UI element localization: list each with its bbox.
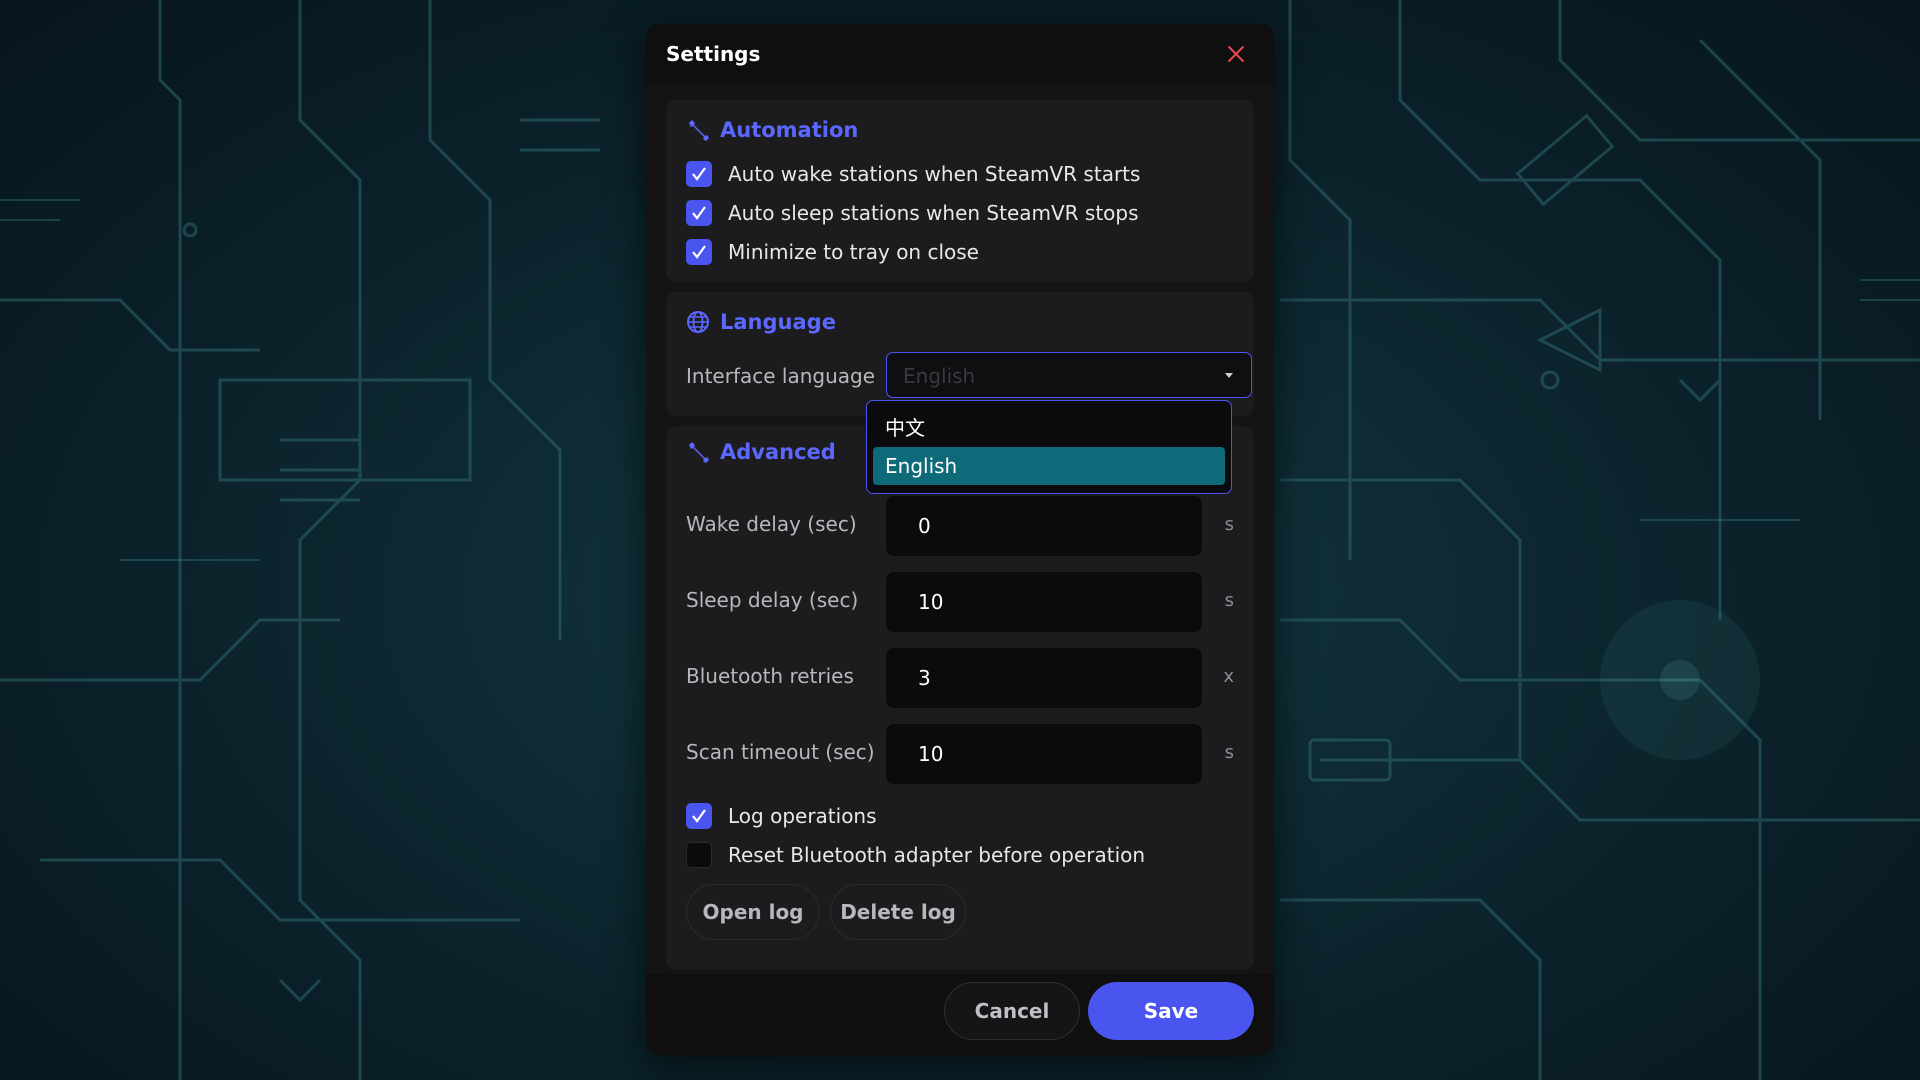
globe-icon [687,311,709,333]
log-operations-option[interactable]: Log operations [686,803,877,829]
checkmark-icon [692,809,706,823]
dialog-footer: Cancel Save [646,974,1274,1055]
sleep-delay-label: Sleep delay (sec) [686,588,859,612]
wrench-icon [689,442,709,463]
sleep-delay-unit: s [1224,590,1234,611]
advanced-section: Advanced Wake delay (sec) s Sleep delay … [666,426,1254,970]
option-label: Minimize to tray on close [728,240,979,264]
dialog-header: Settings [646,24,1274,85]
advanced-heading: Advanced [686,440,836,464]
option-label: Log operations [728,804,877,828]
scan-timeout-unit: s [1224,742,1234,763]
scan-timeout-label: Scan timeout (sec) [686,740,875,764]
advanced-heading-label: Advanced [720,440,836,464]
language-select[interactable]: English [886,352,1252,398]
automation-heading: Automation [686,118,858,142]
interface-language-label: Interface language [686,364,876,388]
bluetooth-retries-input[interactable] [886,648,1202,708]
checkbox[interactable] [686,803,712,829]
checkbox[interactable] [686,200,712,226]
language-select-value: English [903,364,976,388]
scan-timeout-input[interactable] [886,724,1202,784]
checkmark-icon [692,167,706,181]
checkmark-icon [692,206,706,220]
bluetooth-retries-label: Bluetooth retries [686,664,854,688]
checkbox[interactable] [686,161,712,187]
open-log-button[interactable]: Open log [686,884,820,940]
delete-log-button[interactable]: Delete log [830,884,966,940]
automation-section: Automation Auto wake stations when Steam… [666,100,1254,282]
automation-heading-label: Automation [720,118,859,142]
checkbox[interactable] [686,239,712,265]
minimize-tray-option[interactable]: Minimize to tray on close [686,239,979,265]
wrench-icon [689,120,709,141]
cancel-button[interactable]: Cancel [944,982,1080,1040]
bluetooth-retries-unit: x [1223,666,1234,687]
language-heading: Language [686,310,836,334]
checkbox[interactable] [686,842,712,868]
save-button[interactable]: Save [1088,982,1254,1040]
close-icon [1228,46,1244,62]
language-option-english[interactable]: English [873,447,1225,485]
language-dropdown-menu: 中文 English [866,400,1232,494]
option-label: Auto sleep stations when SteamVR stops [728,201,1139,225]
wake-delay-unit: s [1224,514,1234,535]
close-button[interactable] [1222,40,1250,68]
settings-dialog: Settings Automation Auto wake stations w… [646,24,1274,1055]
wake-delay-label: Wake delay (sec) [686,512,857,536]
option-label: Reset Bluetooth adapter before operation [728,843,1146,867]
checkmark-icon [692,245,706,259]
language-section: Language Interface language English [666,292,1254,416]
auto-wake-option[interactable]: Auto wake stations when SteamVR starts [686,161,1140,187]
option-label: Auto wake stations when SteamVR starts [728,162,1141,186]
reset-bluetooth-option[interactable]: Reset Bluetooth adapter before operation [686,842,1145,868]
wake-delay-input[interactable] [886,496,1202,556]
auto-sleep-option[interactable]: Auto sleep stations when SteamVR stops [686,200,1139,226]
language-option-chinese[interactable]: 中文 [873,409,1225,447]
dialog-title: Settings [666,42,761,66]
chevron-down-icon [1225,373,1233,378]
language-heading-label: Language [720,310,836,334]
sleep-delay-input[interactable] [886,572,1202,632]
